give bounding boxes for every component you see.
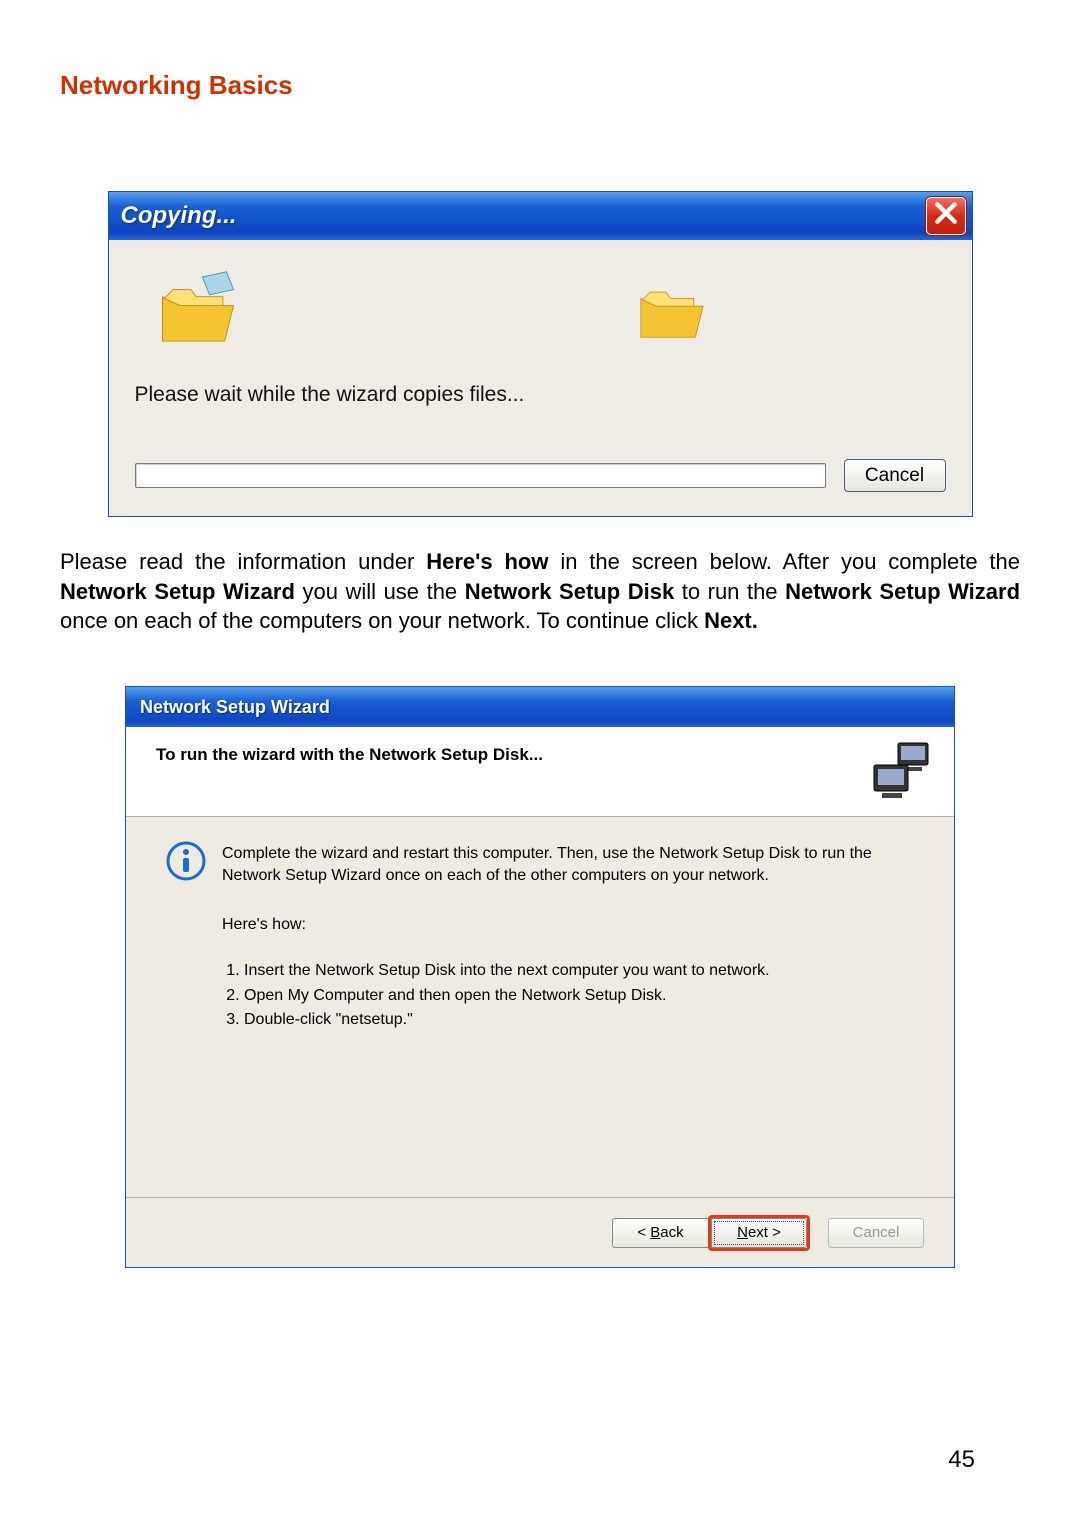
wizard-info-text: Complete the wizard and restart this com… — [222, 841, 914, 886]
close-icon — [933, 200, 959, 233]
copy-cancel-button[interactable]: Cancel — [844, 459, 946, 492]
wizard-cancel-button: Cancel — [828, 1218, 924, 1248]
copying-title-text: Copying... — [121, 202, 237, 230]
folder-dest-icon — [633, 275, 711, 350]
network-computers-icon — [866, 741, 936, 806]
hereshow-label: Here's how: — [222, 916, 914, 934]
wizard-title-text: Network Setup Wizard — [140, 697, 330, 718]
next-button-highlight: Next > — [708, 1215, 810, 1251]
list-item: Double-click "netsetup." — [244, 1009, 914, 1031]
instruction-paragraph: Please read the information under Here's… — [60, 547, 1020, 636]
wizard-header-text: To run the wizard with the Network Setup… — [156, 741, 543, 765]
page-number: 45 — [948, 1446, 975, 1474]
section-title: Networking Basics — [60, 70, 1020, 101]
close-button[interactable] — [926, 197, 966, 235]
wizard-titlebar: Network Setup Wizard — [126, 687, 954, 727]
copying-wait-text: Please wait while the wizard copies file… — [135, 383, 946, 407]
back-button[interactable]: < Back — [612, 1218, 708, 1248]
next-button[interactable]: Next > — [711, 1218, 807, 1248]
list-item: Insert the Network Setup Disk into the n… — [244, 960, 914, 982]
copying-titlebar: Copying... — [109, 192, 972, 240]
wizard-content: Complete the wizard and restart this com… — [126, 817, 954, 1197]
folder-source-icon — [153, 270, 243, 355]
copying-dialog: Copying... — [108, 191, 973, 517]
wizard-dialog: Network Setup Wizard To run the wizard w… — [125, 686, 955, 1268]
copy-progress-bar — [135, 463, 826, 488]
list-item: Open My Computer and then open the Netwo… — [244, 985, 914, 1007]
steps-list: Insert the Network Setup Disk into the n… — [222, 960, 914, 1031]
info-icon — [166, 841, 206, 881]
wizard-footer: < Back Next > Cancel — [126, 1197, 954, 1267]
wizard-header: To run the wizard with the Network Setup… — [126, 727, 954, 817]
